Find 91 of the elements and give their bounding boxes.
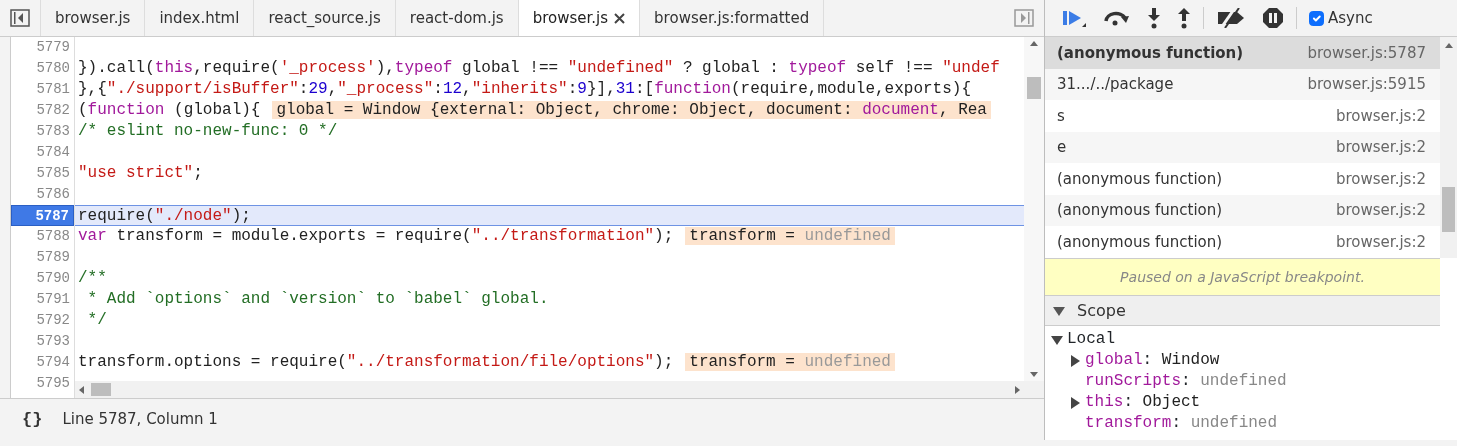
line-number: 5779	[35, 38, 71, 57]
line-number: 5780	[35, 59, 71, 78]
frame-location: browser.js:2	[1336, 200, 1426, 221]
code-text: transform.options = require("../transformation/file/options");	[78, 353, 674, 371]
async-checkbox[interactable]	[1309, 10, 1324, 26]
scroll-up-icon[interactable]	[1445, 43, 1453, 48]
scope-property: transform: undefined	[1085, 413, 1278, 434]
code-text: require("./node");	[78, 207, 251, 225]
frame-location: browser.js:2	[1336, 105, 1426, 127]
code-text: /**	[78, 269, 107, 287]
caret-icon[interactable]	[1069, 396, 1081, 409]
function-name: e	[1057, 137, 1067, 158]
line-number: 5791	[35, 290, 71, 309]
scope-group[interactable]: Local	[1067, 329, 1115, 350]
code-text: /* eslint no-new-func: 0 */	[78, 122, 338, 140]
call-frame[interactable]: (anonymous function) browser.js:2	[1045, 163, 1440, 195]
horizontal-scrollbar[interactable]	[75, 381, 1044, 398]
code-text: }).call(this,require('_process'),typeof global !== "undefined" ? global : typeof self !== "undef	[78, 59, 1000, 77]
frame-location: browser.js:5915	[1307, 74, 1426, 95]
line-number: 5794	[35, 353, 71, 372]
caret-icon[interactable]	[1069, 354, 1081, 367]
frame-location: browser.js:2	[1336, 137, 1426, 158]
inline-value: transform = undefined	[685, 227, 895, 245]
scrollbar-thumb[interactable]	[91, 383, 111, 396]
call-frame[interactable]: (anonymous function) browser.js:2	[1045, 194, 1440, 226]
scope-header[interactable]: Scope	[1045, 296, 1440, 326]
file-tab[interactable]: react-dom.js	[395, 0, 519, 36]
line-number: 5784	[35, 143, 71, 162]
pretty-print-button[interactable]: {}	[14, 406, 51, 433]
caret-icon[interactable]	[1053, 304, 1065, 317]
line-number: 5788	[35, 227, 71, 246]
function-name: (anonymous function)	[1057, 200, 1223, 221]
line-number: 5795	[35, 374, 71, 393]
function-name: 31.../../package	[1057, 74, 1174, 95]
file-tab[interactable]: browser.js:formatted	[640, 0, 825, 36]
sidebar-toggle-icon	[10, 9, 30, 27]
line-number: 5783	[35, 122, 71, 141]
scroll-up-icon[interactable]	[1030, 41, 1038, 46]
function-name: (anonymous function)	[1057, 42, 1244, 64]
inline-value: global = Window {external: Object, chrome: Object, document: document, Rea	[272, 101, 991, 119]
frame-location: browser.js:2	[1336, 168, 1426, 190]
scope-property[interactable]: this: Object	[1085, 392, 1201, 413]
line-number: 5787	[11, 205, 74, 226]
code-text: },{"./support/isBuffer":29,"_process":12,"inherits":9}],31:[function(require,module,exports){	[78, 80, 971, 98]
scope-property: runScripts: undefined	[1085, 371, 1287, 392]
function-name: (anonymous function)	[1057, 168, 1223, 190]
frame-location: browser.js:2	[1336, 231, 1426, 253]
vertical-scrollbar[interactable]	[1440, 37, 1457, 258]
call-frame[interactable]: 31.../../package browser.js:5915	[1045, 68, 1440, 100]
line-number: 5792	[35, 311, 71, 330]
function-name: (anonymous function)	[1057, 231, 1223, 253]
frame-location: browser.js:5787	[1307, 42, 1426, 64]
line-number: 5785	[35, 164, 71, 183]
inline-value: transform = undefined	[685, 353, 895, 371]
call-frame[interactable]: (anonymous function) browser.js:5787	[1045, 37, 1440, 69]
scroll-left-icon[interactable]	[79, 386, 84, 394]
line-number: 5781	[35, 80, 71, 99]
pause-icon	[1262, 7, 1284, 29]
code-text: var transform = module.exports = require("../transformation");	[78, 227, 674, 245]
call-frame[interactable]: e browser.js:2	[1045, 131, 1440, 163]
scrollbar-thumb[interactable]	[1442, 187, 1455, 232]
line-number: 5790	[35, 269, 71, 288]
line-number: 5793	[35, 332, 71, 351]
file-tab[interactable]: index.html	[145, 0, 255, 36]
line-number: 5786	[35, 185, 71, 204]
scroll-right-icon[interactable]	[1015, 386, 1020, 394]
line-number: 5782	[35, 101, 71, 120]
call-frame[interactable]: (anonymous function) browser.js:2	[1045, 226, 1440, 258]
code-text: * Add `options` and `version` to `babel` global.	[86, 290, 549, 308]
code-text: (function (global){	[78, 101, 261, 119]
call-frame[interactable]: s browser.js:2	[1045, 100, 1440, 132]
async-label: Async	[1328, 7, 1373, 29]
crossed-breakpoint-icon	[1216, 8, 1246, 28]
function-name: s	[1057, 105, 1065, 127]
code-text: */	[86, 311, 107, 329]
paused-message: Paused on a JavaScript breakpoint.	[1045, 258, 1440, 296]
cursor-position: Line 5787, Column 1	[62, 409, 218, 431]
section-title: Scope	[1077, 299, 1126, 322]
line-number: 5789	[35, 248, 71, 267]
step-out-icon	[1177, 7, 1191, 29]
scope-property[interactable]: global: Window	[1085, 350, 1220, 371]
code-text: "use strict";	[78, 164, 203, 182]
sidebar-toggle-icon	[1014, 9, 1034, 27]
step-into-icon	[1147, 7, 1161, 29]
file-tab[interactable]: react_source.js	[254, 0, 396, 36]
scrollbar-thumb[interactable]	[1027, 77, 1041, 99]
scroll-down-icon[interactable]	[1030, 372, 1038, 377]
file-tab[interactable]: browser.js	[518, 0, 641, 36]
vertical-scrollbar[interactable]	[1024, 37, 1044, 381]
caret-icon[interactable]	[1051, 333, 1063, 346]
file-tab[interactable]: browser.js	[41, 0, 146, 36]
